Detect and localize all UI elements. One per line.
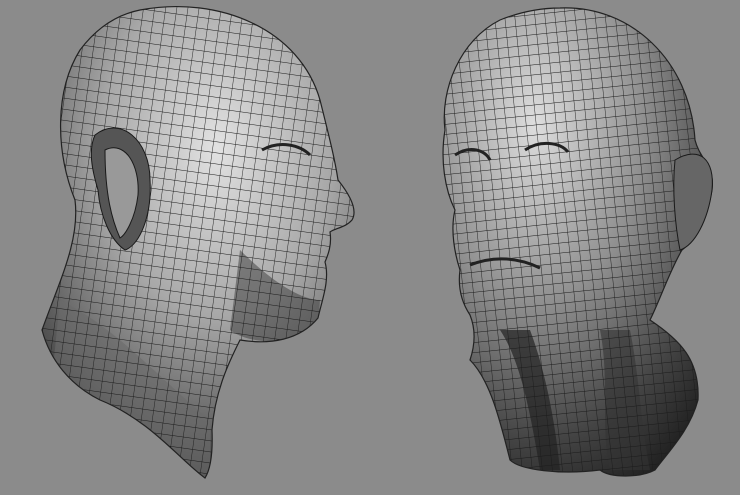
render-viewport [0, 0, 740, 495]
